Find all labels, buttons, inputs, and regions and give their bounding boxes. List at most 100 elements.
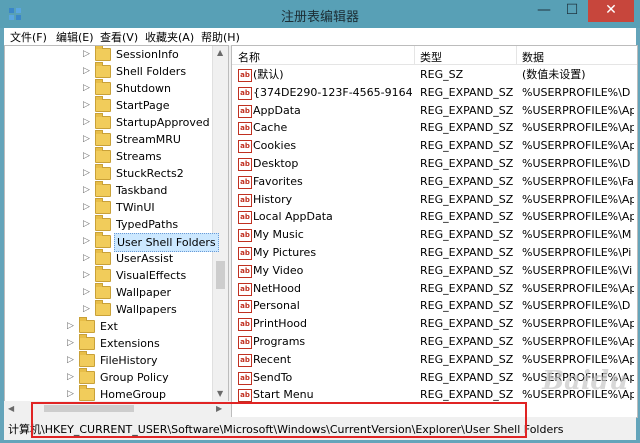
tree-item[interactable]: ▷ StartPage [5,96,210,114]
list-header: 名称 类型 数据 [232,46,637,65]
expand-arrow-icon[interactable]: ▷ [83,216,93,233]
value-row[interactable]: ab PrintHood REG_EXPAND_SZ %USERPROFILE%\Ap [232,315,637,333]
expand-arrow-icon[interactable]: ▷ [83,233,93,250]
tree-item[interactable]: ▷ Streams [5,147,210,165]
watermark-logo: Baidu [542,366,628,396]
expand-arrow-icon[interactable]: ▷ [83,63,93,80]
menu-edit[interactable]: 编辑(E) [56,29,94,45]
registry-values-list[interactable]: 名称 类型 数据 ab (默认) REG_SZ (数值未设置) ab {374DE290-… [231,45,638,418]
expand-arrow-icon[interactable]: ▷ [67,352,77,369]
tree-item[interactable]: ▷ Wallpaper [5,283,210,301]
value-name: Favorites [253,174,303,188]
tree-item[interactable]: ▷ Shell Folders [5,62,210,80]
string-value-icon: ab [238,122,252,136]
expand-arrow-icon[interactable]: ▷ [83,284,93,301]
tree-item[interactable]: ▷ TWinUI [5,198,210,216]
menu-favorites[interactable]: 收藏夹(A) [145,29,194,45]
folder-icon [79,385,95,401]
tree-item[interactable]: ▷ StartupApproved [5,113,210,131]
tree-item[interactable]: ▷ FileHistory [5,351,210,369]
tree-item-label: HomeGroup [100,388,166,401]
string-value-icon: ab [238,104,252,118]
value-row[interactable]: ab Cookies REG_EXPAND_SZ %USERPROFILE%\Ap [232,137,637,155]
value-row[interactable]: ab NetHood REG_EXPAND_SZ %USERPROFILE%\Ap [232,280,637,298]
tree-item[interactable]: ▷ User Shell Folders [5,232,219,252]
tree-item[interactable]: ▷ Shutdown [5,79,210,97]
string-value-icon: ab [238,211,252,225]
expand-arrow-icon[interactable]: ▷ [83,199,93,216]
minimize-button[interactable]: — [530,0,558,22]
expand-arrow-icon[interactable]: ▷ [83,114,93,131]
scroll-left-icon[interactable]: ◀ [8,404,14,413]
value-row[interactable]: ab My Video REG_EXPAND_SZ %USERPROFILE%\Vi [232,262,637,280]
value-row[interactable]: ab History REG_EXPAND_SZ %USERPROFILE%\Ap [232,191,637,209]
value-row[interactable]: ab Cache REG_EXPAND_SZ %USERPROFILE%\Ap [232,119,637,137]
string-value-icon: ab [238,158,252,171]
tree-item[interactable]: ▷ VisualEffects [5,266,210,284]
value-row[interactable]: ab Personal REG_EXPAND_SZ %USERPROFILE%\D [232,297,637,315]
expand-arrow-icon[interactable]: ▷ [83,97,93,114]
expand-arrow-icon[interactable]: ▷ [83,267,93,284]
expand-arrow-icon[interactable]: ▷ [83,301,93,318]
column-header-name[interactable]: 名称 [238,49,260,65]
string-value-icon: ab [238,264,252,278]
registry-key-tree[interactable]: ▲ ▼ ▷ SessionInfo ▷ Shell Folders ▷ Shutdown ▷… [4,45,229,402]
value-row[interactable]: ab (默认) REG_SZ (数值未设置) [232,66,637,84]
expand-arrow-icon[interactable]: ▷ [83,131,93,148]
folder-icon [95,215,111,231]
expand-arrow-icon[interactable]: ▷ [83,148,93,165]
tree-item[interactable]: ▷ Taskband [5,181,210,199]
tree-scroll-thumb[interactable] [216,261,225,289]
tree-item[interactable]: ▷ TypedPaths [5,215,210,233]
string-value-icon: ab [238,353,252,367]
tree-item[interactable]: ▷ SessionInfo [5,46,210,63]
expand-arrow-icon[interactable]: ▷ [83,250,93,267]
expand-arrow-icon[interactable]: ▷ [83,46,93,63]
close-button[interactable]: ✕ [588,0,634,22]
expand-arrow-icon[interactable]: ▷ [83,165,93,182]
tree-item[interactable]: ▷ Extensions [5,334,210,352]
column-header-data[interactable]: 数据 [522,49,544,65]
expand-arrow-icon[interactable]: ▷ [67,318,77,335]
column-divider[interactable] [516,46,517,64]
expand-arrow-icon[interactable]: ▷ [67,386,77,401]
value-row[interactable]: ab Local AppData REG_EXPAND_SZ %USERPROFILE… [232,208,637,226]
tree-vertical-scrollbar[interactable]: ▲ ▼ [212,46,228,401]
maximize-button[interactable]: ☐ [558,0,586,22]
expand-arrow-icon[interactable]: ▷ [83,182,93,199]
tree-item[interactable]: ▷ HomeGroup [5,385,210,401]
tree-item[interactable]: ▷ StreamMRU [5,130,210,148]
value-row[interactable]: ab My Music REG_EXPAND_SZ %USERPROFILE%\M [232,226,637,244]
value-row[interactable]: ab AppData REG_EXPAND_SZ %USERPROFILE%\Ap [232,102,637,120]
menu-help[interactable]: 帮助(H) [201,29,240,45]
menu-view[interactable]: 查看(V) [100,29,138,45]
value-row[interactable]: ab{374DE290-123F-4565-9164-39... REG_EXPA… [232,84,637,102]
value-row[interactable]: ab My Pictures REG_EXPAND_SZ %USERPROFILE%\… [232,244,637,262]
value-type: REG_EXPAND_SZ [420,210,514,224]
tree-item[interactable]: ▷ Ext [5,317,210,335]
value-row[interactable]: ab Favorites REG_EXPAND_SZ %USERPROFILE%\Fa [232,173,637,191]
folder-icon [95,130,111,146]
menu-file[interactable]: 文件(F) [10,29,47,45]
expand-arrow-icon[interactable]: ▷ [67,369,77,386]
scroll-up-icon[interactable]: ▲ [217,48,223,57]
value-row[interactable]: ab Programs REG_EXPAND_SZ %USERPROFILE%\Ap [232,333,637,351]
folder-icon [79,334,95,350]
folder-icon [95,79,111,95]
column-header-type[interactable]: 类型 [420,49,442,65]
tree-item-label: SessionInfo [116,48,179,61]
expand-arrow-icon[interactable]: ▷ [67,335,77,352]
folder-icon [79,351,95,367]
tree-item[interactable]: ▷ Wallpapers [5,300,210,318]
value-name: History [253,192,293,206]
scroll-down-icon[interactable]: ▼ [217,389,223,398]
value-row[interactable]: ab Desktop REG_EXPAND_SZ %USERPROFILE%\D [232,155,637,173]
tree-item[interactable]: ▷ StuckRects2 [5,164,210,182]
tree-item[interactable]: ▷ Group Policy [5,368,210,386]
value-name: AppData [253,103,301,117]
value-name: Cache [253,121,288,135]
expand-arrow-icon[interactable]: ▷ [83,80,93,97]
column-divider[interactable] [414,46,415,64]
value-type: REG_EXPAND_SZ [420,370,514,384]
tree-item[interactable]: ▷ UserAssist [5,249,210,267]
